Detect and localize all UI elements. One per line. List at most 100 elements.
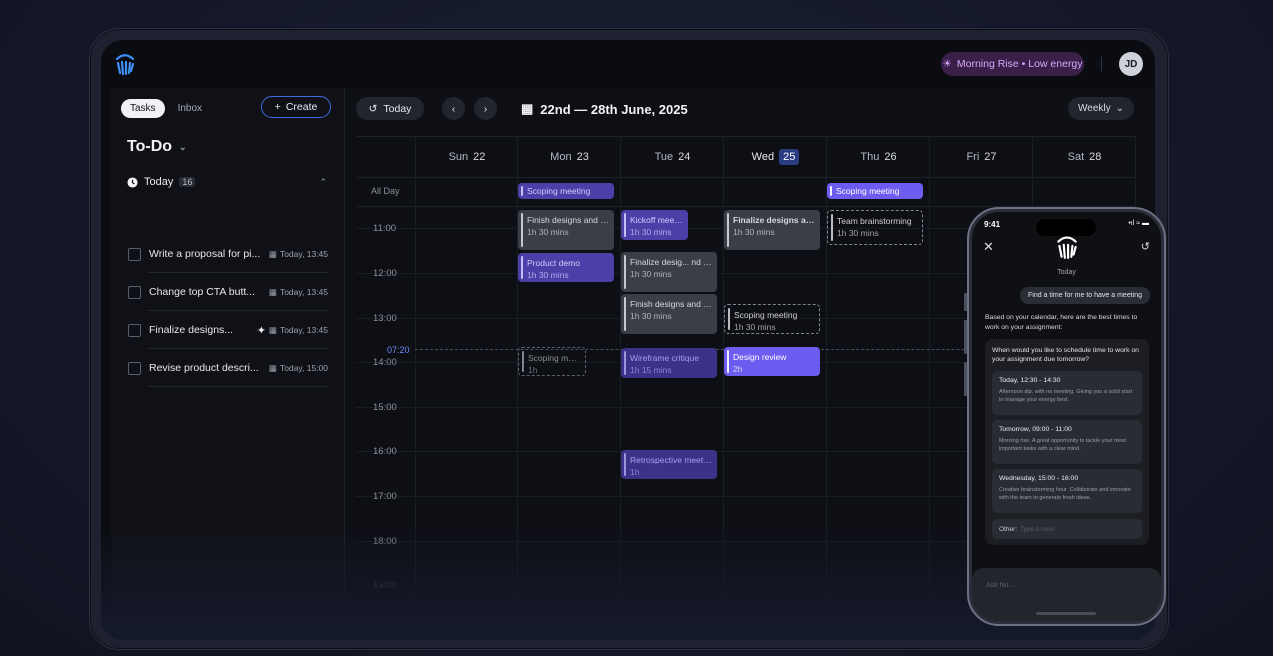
event-duration: 1h 30 mins bbox=[734, 322, 776, 332]
event-title: Finish designs and u... bbox=[527, 215, 609, 225]
time-option[interactable]: Tomorrow, 09:00 - 11:00 Morning rise. A … bbox=[992, 420, 1142, 464]
next-week-button[interactable]: › bbox=[474, 97, 497, 120]
option-desc: Morning rise. A great opportunity to tac… bbox=[999, 438, 1126, 452]
day-header-mon[interactable]: Mon 23 bbox=[517, 137, 621, 177]
chat-input-placeholder: Ask Nu... bbox=[986, 582, 1015, 589]
task-checkbox[interactable] bbox=[128, 361, 141, 375]
event-duration: 1h 30 mins bbox=[630, 269, 672, 279]
hour-label: 14:00 bbox=[373, 624, 397, 635]
calendar-event[interactable]: Finish designs and u... 1h 30 mins bbox=[518, 210, 614, 250]
chevron-down-icon: ⌄ bbox=[1115, 103, 1124, 114]
divider bbox=[148, 386, 328, 387]
hour-label: 18:00 bbox=[373, 536, 397, 547]
option-desc: Afternoon dip, with no meeting. Giving y… bbox=[999, 389, 1132, 403]
tab-inbox[interactable]: Inbox bbox=[169, 99, 211, 118]
task-item[interactable]: Write a proposal for pi... ▦ Today, 13:45 bbox=[128, 235, 328, 273]
sparkle-icon: ✦ bbox=[256, 324, 266, 337]
prev-week-button[interactable]: ‹ bbox=[442, 97, 465, 120]
todo-title-label: To-Do bbox=[127, 138, 173, 155]
day-header-wed[interactable]: Wed 25 bbox=[723, 137, 827, 177]
calendar-event[interactable]: Team brainstorming 1h 30 mins bbox=[827, 210, 923, 245]
task-date-label: Today, 15:00 bbox=[279, 363, 328, 373]
event-duration: 1h 30 mins bbox=[837, 228, 879, 238]
day-header-sat[interactable]: Sat 28 bbox=[1032, 137, 1136, 177]
day-name: Tue bbox=[654, 151, 674, 163]
event-title: Scoping meeting bbox=[734, 310, 798, 320]
event-title: Retrospective meeti... bbox=[630, 455, 712, 465]
event-duration: 1h 15 mins bbox=[630, 365, 672, 375]
day-number: 24 bbox=[678, 151, 691, 163]
day-header-fri[interactable]: Fri 27 bbox=[929, 137, 1033, 177]
day-header-tue[interactable]: Tue 24 bbox=[620, 137, 724, 177]
event-title: Team brainstorming bbox=[837, 216, 912, 226]
tab-tasks[interactable]: Tasks bbox=[121, 99, 165, 118]
chevron-down-icon: ⌄ bbox=[179, 141, 187, 152]
day-name: Thu bbox=[860, 151, 880, 163]
task-item[interactable]: Change top CTA butt... ▦ Today, 13:45 bbox=[128, 273, 328, 311]
day-number: 27 bbox=[984, 151, 997, 163]
calendar-icon: ▦ bbox=[268, 362, 277, 373]
calendar-icon: ▦ bbox=[268, 248, 277, 259]
calendar-icon: ▦ bbox=[521, 101, 534, 116]
all-day-event[interactable]: Scoping meeting bbox=[518, 183, 614, 199]
event-duration: 1h 30 mins bbox=[527, 270, 569, 280]
calendar-event[interactable]: Scoping mee... 1h bbox=[518, 347, 586, 376]
day-name: Fri bbox=[966, 151, 980, 163]
user-message: Find a time for me to have a meeting bbox=[1020, 287, 1150, 304]
calendar-event[interactable]: Finalize designs and... 1h 30 mins bbox=[724, 210, 820, 250]
avatar[interactable]: JD bbox=[1119, 52, 1143, 76]
task-checkbox[interactable] bbox=[128, 247, 141, 261]
event-duration: 1h 30 mins bbox=[630, 311, 672, 321]
divider bbox=[929, 136, 930, 640]
day-header-thu[interactable]: Thu 26 bbox=[826, 137, 930, 177]
time-option[interactable]: Wednesday, 15:00 - 16:00 Creative brains… bbox=[992, 469, 1142, 513]
calendar-event[interactable]: Kickoff meet... 1h 30 mins bbox=[621, 210, 688, 240]
today-count-badge: 16 bbox=[179, 177, 196, 187]
option-title: Tomorrow, 09:00 - 11:00 bbox=[999, 426, 1072, 433]
event-title: Finalize designs and... bbox=[733, 215, 815, 225]
task-date: ▦ Today, 13:45 bbox=[269, 249, 328, 260]
task-item[interactable]: Revise product descri... ▦ Today, 15:00 bbox=[128, 349, 328, 387]
history-icon[interactable]: ↺ bbox=[1141, 240, 1150, 253]
energy-badge[interactable]: ☀ Morning Rise • Low energy bbox=[941, 52, 1084, 76]
task-item[interactable]: Finalize designs... ✦ ▦ Today, 13:45 bbox=[128, 311, 328, 349]
calendar-event[interactable]: Wireframe critique 1h 15 mins bbox=[621, 348, 717, 378]
date-range: ▦ 22nd — 28th June, 2025 bbox=[521, 101, 688, 117]
calendar-event[interactable]: Finish designs and u... 1h 30 mins bbox=[621, 294, 717, 334]
today-button[interactable]: ↺ Today bbox=[356, 97, 424, 120]
task-checkbox[interactable] bbox=[128, 323, 141, 337]
day-header-sun[interactable]: Sun 22 bbox=[415, 137, 518, 177]
time-option[interactable]: Today, 12:30 - 14:30 Afternoon dip, with… bbox=[992, 371, 1142, 415]
status-icons: •ıl ≈ ▬ bbox=[1128, 220, 1149, 227]
create-button[interactable]: + Create bbox=[261, 96, 331, 118]
close-icon[interactable]: ✕ bbox=[983, 239, 994, 255]
calendar-icon: ▦ bbox=[268, 324, 277, 335]
hour-label: 13:00 bbox=[373, 580, 397, 591]
all-day-event[interactable]: Scoping meeting bbox=[827, 183, 923, 199]
day-number: 28 bbox=[1089, 151, 1102, 163]
calendar-event[interactable]: Finalize desig... nd u... 1h 30 mins bbox=[621, 252, 717, 292]
task-name: Finalize designs... bbox=[149, 324, 234, 336]
calendar-event[interactable]: Product demo 1h 30 mins bbox=[518, 253, 614, 282]
task-date-label: Today, 13:45 bbox=[279, 325, 328, 335]
hour-label: 15:00 bbox=[373, 402, 397, 413]
task-date-label: Today, 13:45 bbox=[279, 287, 328, 297]
other-option-input[interactable]: Other: Type it here bbox=[992, 519, 1142, 539]
home-indicator bbox=[1036, 612, 1096, 615]
event-duration: 2h bbox=[733, 364, 743, 374]
chevron-up-icon[interactable]: ⌃ bbox=[319, 177, 327, 188]
day-number: 22 bbox=[473, 151, 486, 163]
task-date-label: Today, 13:45 bbox=[279, 249, 328, 259]
option-title: Today, 12:30 - 14:30 bbox=[999, 377, 1061, 384]
task-checkbox[interactable] bbox=[128, 285, 141, 299]
calendar-event[interactable]: Scoping meeting 1h 30 mins bbox=[724, 304, 820, 334]
calendar-event[interactable]: Retrospective meeti... 1h bbox=[621, 450, 717, 479]
plus-icon: + bbox=[274, 101, 281, 113]
view-select[interactable]: Weekly ⌄ bbox=[1068, 97, 1134, 120]
task-name: Change top CTA butt... bbox=[149, 286, 256, 298]
today-section-header[interactable]: Today 16 ⌃ bbox=[127, 176, 327, 188]
current-time-label: 07:20 bbox=[387, 345, 410, 355]
event-duration: 1h 30 mins bbox=[527, 227, 569, 237]
todo-title[interactable]: To-Do ⌄ bbox=[127, 138, 187, 156]
calendar-event[interactable]: Design review 2h bbox=[724, 347, 820, 376]
